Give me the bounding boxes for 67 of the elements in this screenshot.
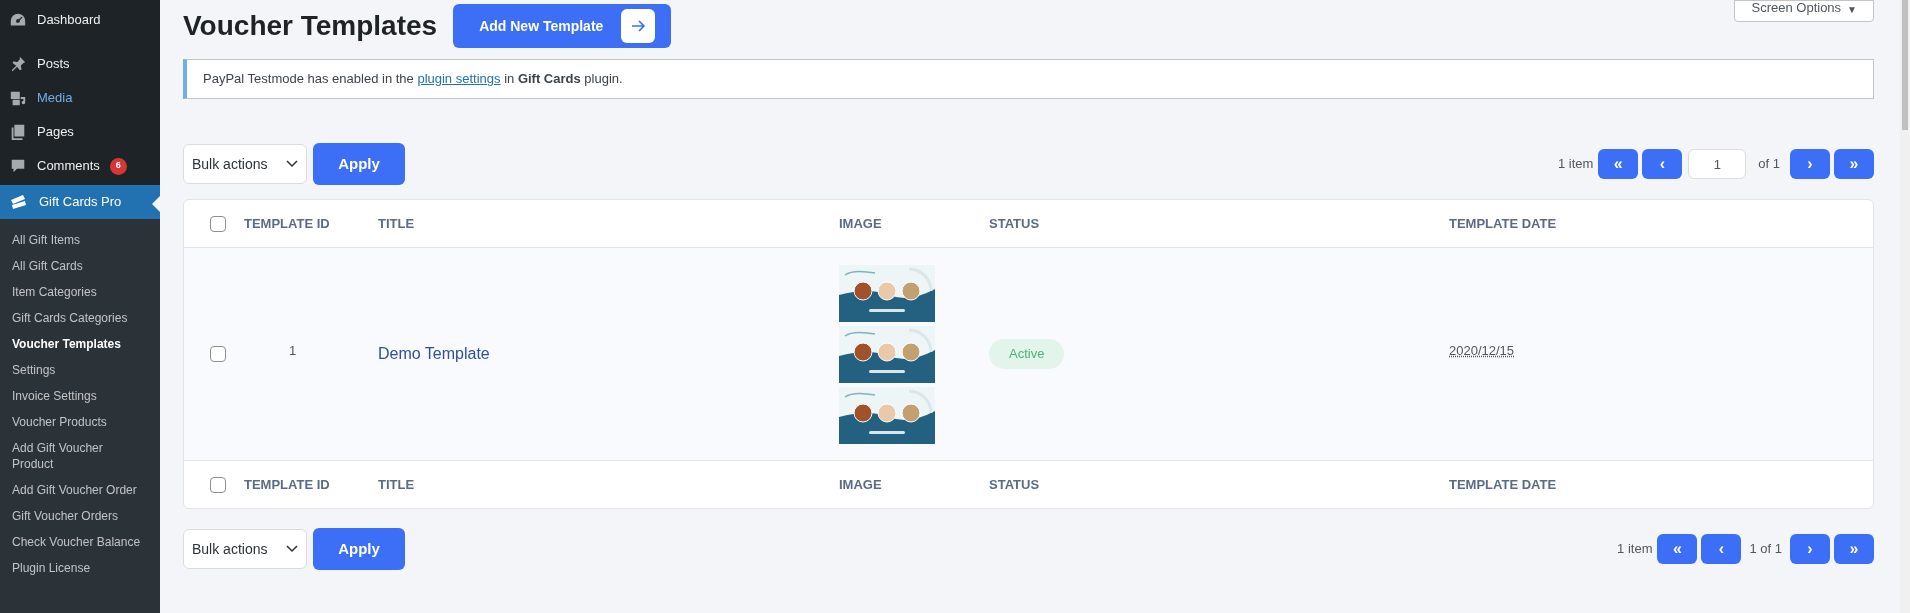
page-total: of 1	[1758, 155, 1780, 174]
add-new-template-button[interactable]: Add New Template	[453, 4, 672, 48]
column-header: TEMPLATE DATE	[1449, 214, 1557, 233]
menu-item[interactable]: Media	[0, 81, 160, 115]
first-page-button[interactable]: «	[1657, 534, 1698, 564]
table-cell-text: 2020/12/15	[1449, 342, 1515, 361]
apply-button[interactable]: Apply	[313, 143, 405, 185]
submenu-item[interactable]: Check Voucher Balance	[0, 529, 160, 555]
submenu-item[interactable]: Add Gift Voucher Product	[0, 435, 118, 477]
column-header: TEMPLATE ID	[244, 214, 330, 233]
bulk-actions-dropdown[interactable]: Bulk actions	[183, 144, 307, 184]
submenu-item[interactable]: Invoice Settings	[0, 383, 160, 409]
next-page-button[interactable]: ›	[1790, 149, 1830, 179]
column-header: IMAGE	[839, 475, 882, 494]
column-header: TEMPLATE ID	[244, 475, 330, 494]
screen-options-button[interactable]: Screen Options ▼	[1734, 0, 1874, 22]
plugin-settings-link[interactable]: plugin settings	[417, 71, 501, 87]
bulk-actions-dropdown[interactable]: Bulk actions	[183, 529, 307, 569]
checkbox[interactable]	[210, 476, 226, 493]
tickets-icon	[9, 192, 29, 212]
column-header: TITLE	[378, 214, 415, 233]
previous-page-button[interactable]: ‹	[1642, 149, 1683, 179]
submenu-item[interactable]: Add Gift Voucher Order	[0, 477, 160, 503]
last-page-button[interactable]: »	[1834, 534, 1874, 564]
notice-message: PayPal Testmode has enabled in the plugin settings in Gift Cards plugin.	[203, 70, 623, 89]
column-header: TEMPLATE DATE	[1449, 475, 1557, 494]
submenu-item[interactable]: Voucher Products	[0, 409, 160, 435]
submenu-item[interactable]: Gift Voucher Orders	[0, 503, 160, 529]
last-page-button[interactable]: »	[1834, 149, 1874, 179]
checkbox[interactable]	[210, 215, 226, 232]
submenu-item[interactable]: Item Categories	[0, 279, 160, 305]
submenu-item[interactable]: All Gift Cards	[0, 253, 160, 279]
menu-item[interactable]: Dashboard	[0, 3, 160, 37]
item-count: 1 item	[1617, 540, 1653, 559]
menu-item[interactable]: Gift Cards Pro	[0, 185, 160, 219]
column-header: TITLE	[378, 475, 415, 494]
submenu-item[interactable]: All Gift Items	[0, 227, 160, 253]
apply-button[interactable]: Apply	[313, 528, 405, 570]
submenu-item[interactable]: Gift Cards Categories	[0, 305, 160, 331]
chevron-down-icon	[286, 160, 298, 168]
next-page-button[interactable]: ›	[1790, 534, 1830, 564]
table-cell-text: 1	[289, 342, 297, 361]
first-page-button[interactable]: «	[1598, 149, 1639, 179]
menu-item[interactable]: Pages	[0, 115, 160, 149]
column-header: STATUS	[989, 475, 1040, 494]
media-icon	[9, 89, 27, 107]
template-title-link[interactable]: Demo Template	[378, 342, 490, 366]
pin-icon	[9, 55, 27, 73]
checkbox[interactable]	[210, 346, 226, 362]
page-number-field[interactable]: 1	[1688, 149, 1747, 179]
previous-page-button[interactable]: ‹	[1701, 534, 1742, 564]
menu-item[interactable]: Posts	[0, 47, 160, 81]
arrow-right-icon	[621, 9, 656, 43]
menu-item[interactable]: Comments 6	[0, 149, 160, 183]
item-count: 1 item	[1557, 155, 1594, 174]
submenu-item[interactable]: Plugin License	[0, 555, 160, 581]
scrollbar-thumb[interactable]	[1902, 0, 1908, 130]
submenu-item[interactable]: Voucher Templates	[0, 331, 160, 357]
submenu-item[interactable]: Settings	[0, 357, 160, 383]
page-total: 1 of 1	[1749, 540, 1782, 559]
pages-icon	[9, 123, 27, 141]
column-header: STATUS	[989, 214, 1040, 233]
page-title: Voucher Templates	[183, 9, 438, 43]
status-badge: Active	[989, 339, 1065, 369]
count-badge: 6	[109, 157, 127, 175]
chevron-down-icon	[286, 545, 298, 553]
column-header: IMAGE	[839, 214, 882, 233]
